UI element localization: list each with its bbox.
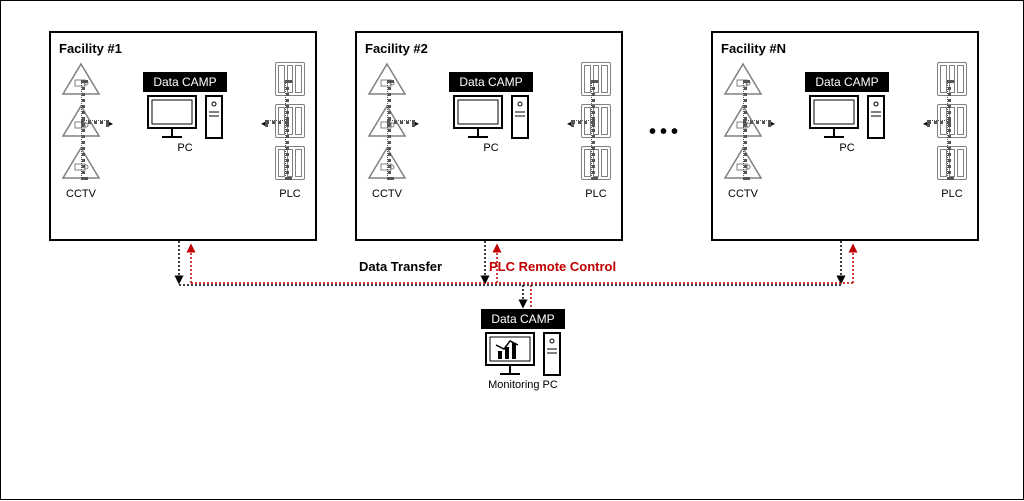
datacamp-badge: Data CAMP: [481, 309, 564, 329]
datacamp-badge: Data CAMP: [805, 72, 888, 92]
pc-block: Data CAMP PC: [787, 72, 907, 154]
pc-block: Data CAMP PC: [125, 72, 245, 154]
ellipsis-icon: •••: [649, 121, 682, 144]
pc-block: Data CAMP PC: [431, 72, 551, 154]
pc-icon: [787, 94, 907, 140]
datacamp-badge: Data CAMP: [143, 72, 226, 92]
plc-rack-icon: [581, 62, 611, 96]
data-transfer-label: Data Transfer: [359, 259, 442, 274]
monitoring-pc-icon: [463, 331, 583, 377]
bottom-section: Data Transfer PLC Remote Control Data CA…: [1, 241, 1023, 481]
facility-1-title: Facility #1: [59, 41, 307, 56]
plc-rack-icon: [581, 146, 611, 180]
monitoring-pc-label: Monitoring PC: [463, 379, 583, 391]
facility-2-title: Facility #2: [365, 41, 613, 56]
plc-rack-icon: [275, 62, 305, 96]
facility-n-body: CCTV PLC Data CAMP PC ▸ ◂: [721, 60, 969, 230]
plc-rack-icon: [937, 146, 967, 180]
facility-2-body: CCTV PLC Data CAMP PC ▸ ◂: [365, 60, 613, 230]
monitor-block: Data CAMP Monitoring PC: [463, 309, 583, 391]
cctv-label: CCTV: [723, 188, 763, 200]
plc-label: PLC: [937, 188, 967, 200]
pc-icon: [431, 94, 551, 140]
pc-label: PC: [787, 142, 907, 154]
plc-column: PLC: [937, 62, 967, 200]
facility-2-box: Facility #2 CCTV PLC Data CAMP PC ▸ ◂: [355, 31, 623, 241]
facility-n-title: Facility #N: [721, 41, 969, 56]
plc-label: PLC: [275, 188, 305, 200]
cctv-label: CCTV: [61, 188, 101, 200]
pc-label: PC: [431, 142, 551, 154]
plc-label: PLC: [581, 188, 611, 200]
cctv-label: CCTV: [367, 188, 407, 200]
pc-label: PC: [125, 142, 245, 154]
pc-icon: [125, 94, 245, 140]
facility-1-body: CCTV PLC Data CAMP PC ▸ ◂: [59, 60, 307, 230]
plc-column: PLC: [581, 62, 611, 200]
facility-n-box: Facility #N CCTV PLC Data CAMP PC ▸ ◂: [711, 31, 979, 241]
plc-remote-label: PLC Remote Control: [489, 259, 616, 274]
plc-column: PLC: [275, 62, 305, 200]
plc-rack-icon: [937, 62, 967, 96]
plc-rack-icon: [275, 146, 305, 180]
facility-1-box: Facility #1 CCTV PLC Data CAMP: [49, 31, 317, 241]
datacamp-badge: Data CAMP: [449, 72, 532, 92]
